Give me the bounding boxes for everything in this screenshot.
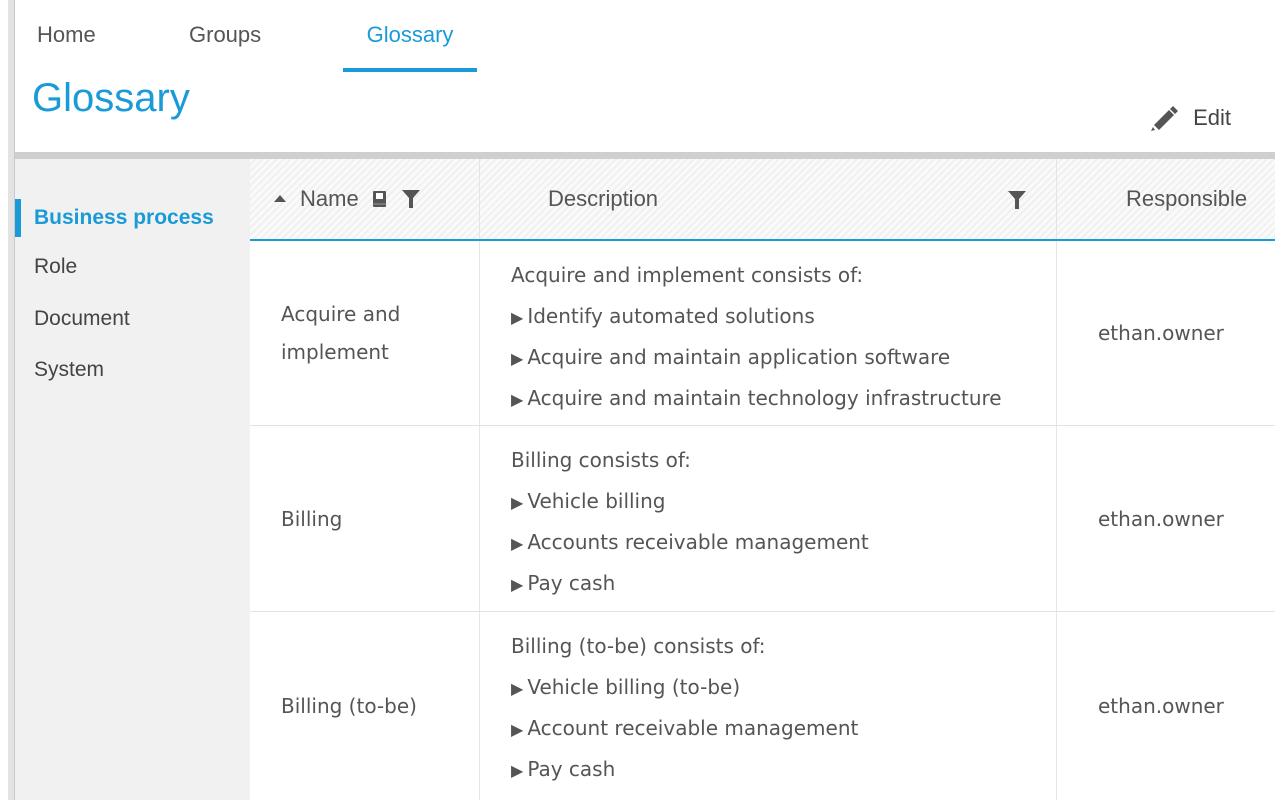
page-title: Glossary bbox=[32, 76, 190, 120]
header-divider bbox=[15, 152, 1275, 159]
book-icon[interactable] bbox=[371, 189, 389, 209]
triangle-right-icon: ▶ bbox=[511, 308, 524, 327]
description-item: ▶ Acquire and maintain application softwa… bbox=[511, 345, 951, 369]
column-header-name[interactable]: Name bbox=[250, 159, 480, 239]
cell-description: Billing consists of: ▶ Vehicle billing ▶ A… bbox=[481, 426, 1057, 611]
column-header-name-label: Name bbox=[300, 186, 359, 211]
filter-icon[interactable] bbox=[401, 188, 421, 210]
sidebar-item-role[interactable]: Role bbox=[34, 255, 77, 279]
description-item: ▶ Pay cash bbox=[511, 757, 616, 781]
triangle-right-icon: ▶ bbox=[511, 720, 524, 739]
description-item: ▶ Acquire and maintain technology infrast… bbox=[511, 386, 1002, 410]
cell-description: Billing (to-be) consists of: ▶ Vehicle bi… bbox=[481, 612, 1057, 800]
cell-responsible: ethan.owner bbox=[1098, 321, 1224, 345]
tab-groups[interactable]: Groups bbox=[189, 22, 261, 72]
column-header-responsible-label: Responsible bbox=[1126, 186, 1248, 211]
sidebar-item-document[interactable]: Document bbox=[34, 307, 130, 331]
description-item: ▶ Identify automated solutions bbox=[511, 304, 815, 328]
table-row[interactable]: Acquire and implement Acquire and implem… bbox=[250, 241, 1275, 426]
description-item: ▶ Vehicle billing (to-be) bbox=[511, 675, 741, 699]
pencil-icon bbox=[1151, 106, 1179, 131]
cell-name: Billing (to-be) bbox=[250, 612, 480, 800]
edit-button[interactable]: Edit bbox=[1147, 100, 1231, 136]
description-item: ▶ Vehicle billing bbox=[511, 489, 666, 513]
triangle-right-icon: ▶ bbox=[511, 761, 524, 780]
page-header: Glossary Edit bbox=[15, 72, 1275, 152]
cell-name: Billing bbox=[250, 426, 480, 611]
triangle-right-icon: ▶ bbox=[511, 493, 524, 512]
sort-ascending-icon[interactable] bbox=[272, 193, 288, 205]
triangle-right-icon: ▶ bbox=[511, 575, 524, 594]
description-item: ▶ Account receivable management bbox=[511, 716, 859, 740]
table-row[interactable]: Billing Billing consists of: ▶ Vehicle bi… bbox=[250, 426, 1275, 612]
tab-glossary[interactable]: Glossary bbox=[343, 22, 477, 72]
edit-button-label: Edit bbox=[1193, 105, 1231, 130]
tab-home[interactable]: Home bbox=[37, 22, 96, 72]
window-left-frame bbox=[8, 0, 15, 800]
app-root: Home Groups Glossary Glossary Edit Busin… bbox=[15, 0, 1275, 800]
description-item: ▶ Pay cash bbox=[511, 571, 616, 595]
column-header-description-label: Description bbox=[548, 186, 659, 211]
column-header-responsible[interactable]: Responsible bbox=[1058, 159, 1275, 239]
triangle-right-icon: ▶ bbox=[511, 349, 524, 368]
table-row[interactable]: Billing (to-be) Billing (to-be) consists… bbox=[250, 612, 1275, 800]
column-header-description[interactable]: Description bbox=[481, 159, 1057, 239]
glossary-table: Name Description Responsible Acquire and… bbox=[250, 159, 1275, 800]
cell-name: Acquire and implement bbox=[250, 241, 480, 425]
sidebar: Business process Role Document System bbox=[15, 159, 250, 800]
cell-responsible: ethan.owner bbox=[1098, 506, 1224, 531]
sidebar-item-business-process[interactable]: Business process bbox=[15, 199, 214, 237]
filter-icon[interactable] bbox=[1006, 189, 1028, 217]
cell-responsible: ethan.owner bbox=[1098, 694, 1224, 718]
description-intro: Acquire and implement consists of: bbox=[511, 263, 864, 287]
triangle-right-icon: ▶ bbox=[511, 534, 524, 553]
triangle-right-icon: ▶ bbox=[511, 679, 524, 698]
cell-description: Acquire and implement consists of: ▶ Iden… bbox=[481, 241, 1057, 425]
sidebar-item-system[interactable]: System bbox=[34, 358, 104, 382]
description-item: ▶ Accounts receivable management bbox=[511, 530, 869, 554]
description-intro: Billing (to-be) consists of: bbox=[511, 634, 766, 658]
table-header: Name Description Responsible bbox=[250, 159, 1275, 241]
description-intro: Billing consists of: bbox=[511, 448, 691, 472]
top-navigation: Home Groups Glossary bbox=[15, 0, 1275, 73]
triangle-right-icon: ▶ bbox=[511, 390, 524, 409]
